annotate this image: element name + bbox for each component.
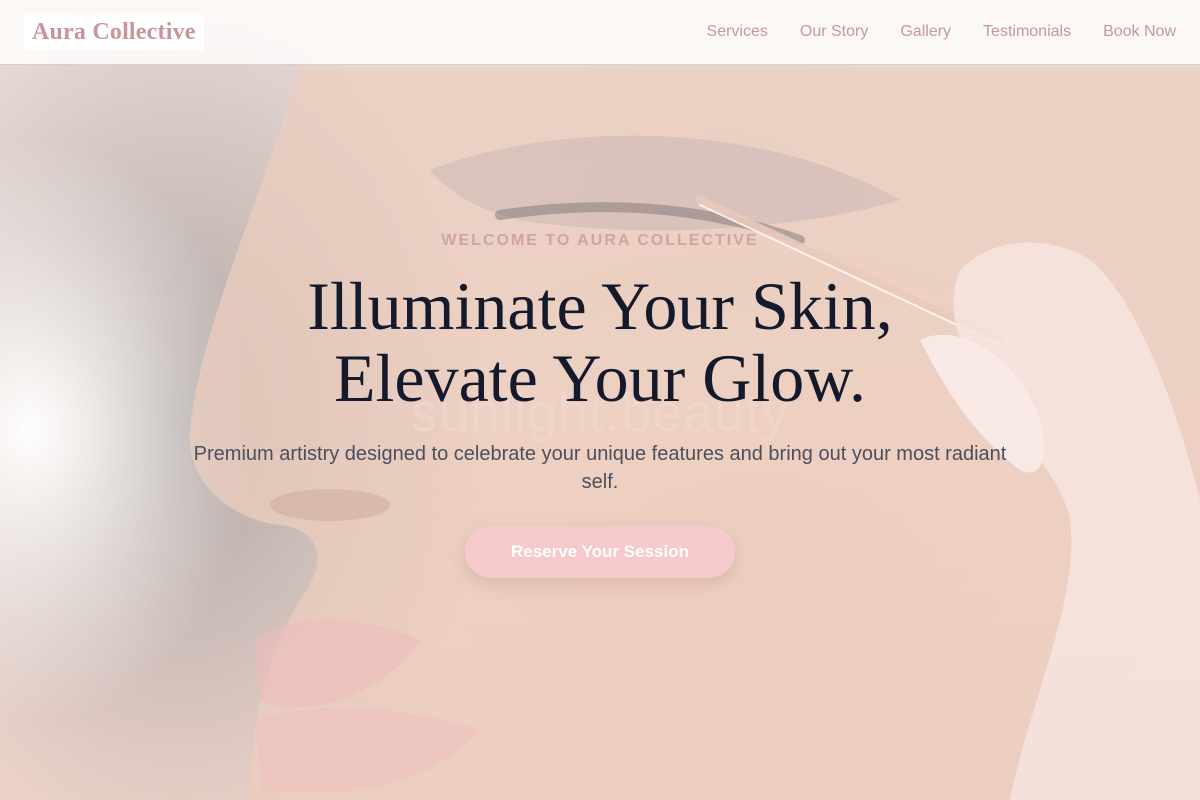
nav-link-testimonials[interactable]: Testimonials (983, 23, 1071, 41)
main-navigation: Services Our Story Gallery Testimonials … (707, 23, 1176, 41)
nav-link-services[interactable]: Services (707, 23, 768, 41)
hero-subtext: Premium artistry designed to celebrate y… (193, 443, 1007, 493)
hero-eyebrow: WELCOME TO AURA COLLECTIVE (441, 232, 759, 249)
hero-headline-line-2: Elevate Your Glow. (334, 340, 866, 416)
landing-page: sunlight.beauty Aura Collective Services… (0, 0, 1200, 800)
nav-link-our-story[interactable]: Our Story (800, 23, 868, 41)
reserve-session-button[interactable]: Reserve Your Session (465, 526, 735, 578)
nav-link-gallery[interactable]: Gallery (900, 23, 951, 41)
hero-headline-line-1: Illuminate Your Skin, (307, 268, 893, 344)
top-navbar: Aura Collective Services Our Story Galle… (0, 0, 1200, 65)
hero-section: WELCOME TO AURA COLLECTIVE Illuminate Yo… (0, 232, 1200, 578)
brand-logo[interactable]: Aura Collective (24, 14, 204, 50)
hero-headline: Illuminate Your Skin, Elevate Your Glow. (0, 270, 1200, 414)
nav-link-book-now[interactable]: Book Now (1103, 23, 1176, 41)
